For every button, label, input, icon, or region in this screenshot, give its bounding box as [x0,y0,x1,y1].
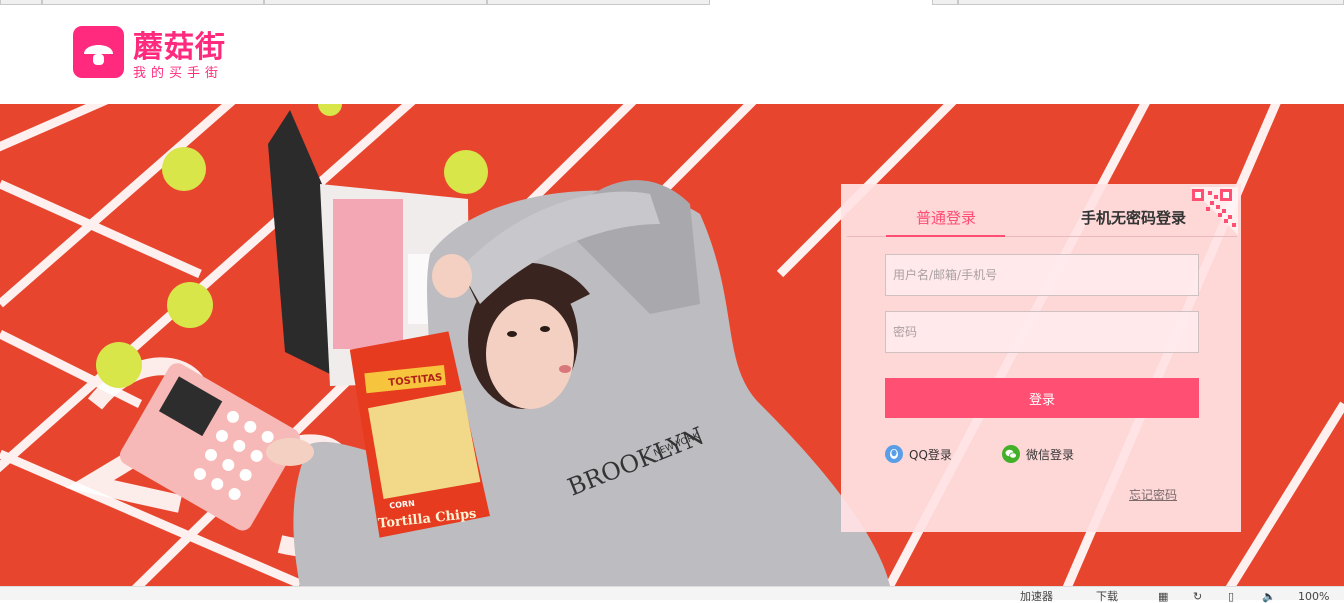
login-button[interactable]: 登录 [885,378,1199,418]
forgot-password-link[interactable]: 忘记密码 [1129,486,1177,503]
download-button[interactable]: 下载 [1096,591,1118,603]
qq-icon [885,445,903,463]
mogujie-logo-icon[interactable] [73,26,124,78]
tab-active-indicator [886,235,1005,237]
tab-normal-login[interactable]: 普通登录 [916,207,976,228]
page-icon[interactable]: ▯ [1228,591,1234,603]
brand-slogan: 我的买手街 [133,66,224,81]
site-header: 蘑菇街 我的买手街 [0,5,1344,104]
username-input[interactable] [885,254,1199,296]
qq-login-label: QQ登录 [909,447,952,462]
refresh-icon[interactable]: ↻ [1193,591,1202,603]
zoom-level[interactable]: 100% [1298,591,1329,603]
wechat-icon [1002,445,1020,463]
sound-icon[interactable]: 🔈 [1262,591,1276,603]
accelerator-button[interactable]: 加速器 [1020,591,1053,603]
hero-banner: BROOKLYN NEW YORK TOSTITAS Tortilla Chip… [0,104,1344,586]
browser-status-bar: 加速器 下载 ▦ ↻ ▯ 🔈 100% [0,586,1344,603]
qq-login-link[interactable]: QQ登录 [885,445,952,463]
grid-icon[interactable]: ▦ [1158,591,1168,603]
qr-code-icon[interactable] [1190,187,1238,235]
password-input[interactable] [885,311,1199,353]
wechat-login-link[interactable]: 微信登录 [1002,445,1074,463]
login-panel: 普通登录 手机无密码登录 登录 QQ登录 [841,184,1241,532]
wechat-login-label: 微信登录 [1026,447,1075,462]
tab-phone-login[interactable]: 手机无密码登录 [1081,207,1186,228]
brand-name[interactable]: 蘑菇街 [133,22,226,66]
